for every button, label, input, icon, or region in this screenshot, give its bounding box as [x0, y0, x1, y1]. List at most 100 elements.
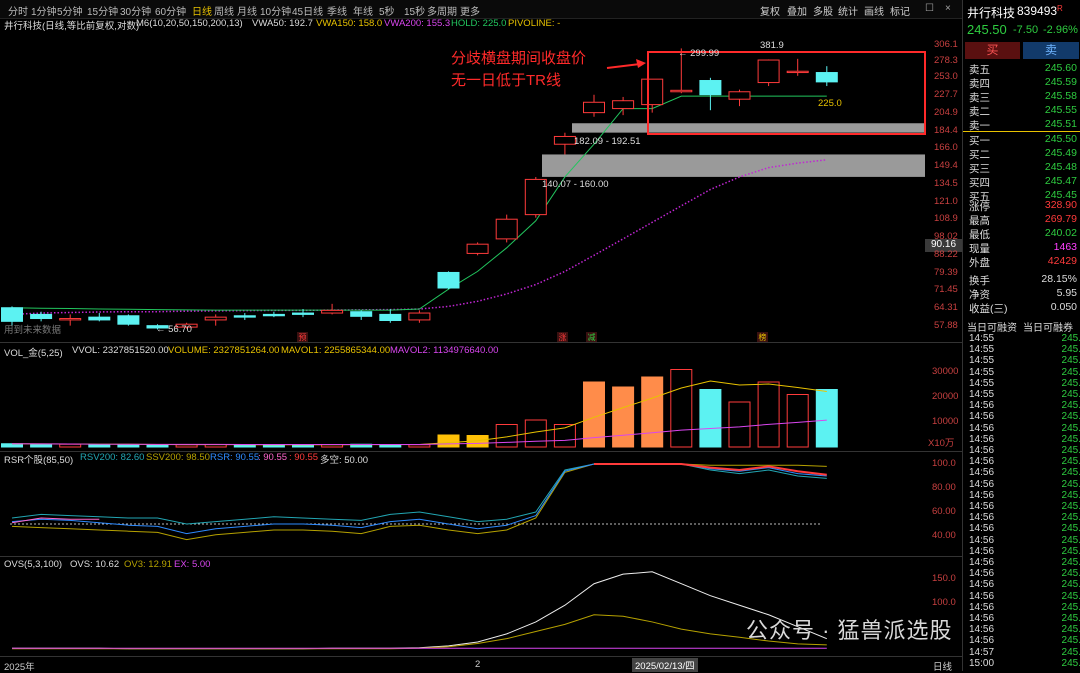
rsr-tick: 40.00: [932, 530, 956, 541]
candle: [699, 77, 722, 111]
bid-row[interactable]: 买二 245.49: [969, 147, 1077, 161]
timeframe-4[interactable]: 30分钟: [120, 3, 151, 18]
tick-price: 245.: [1061, 489, 1080, 501]
timeframe-0[interactable]: 分时: [8, 3, 28, 18]
bid-label: 买三: [969, 163, 990, 175]
tick-time: 14:56: [969, 601, 995, 613]
tick-price: 245.: [1061, 545, 1080, 557]
tick-price: 245.: [1061, 557, 1080, 568]
vwa50-value: VWA50: 192.7: [252, 18, 313, 29]
main-chart: 井行科技(日线,等比前复权,对数) M6(10,20,50,150,200,13…: [0, 18, 962, 343]
ask-row[interactable]: 卖三 245.58: [969, 90, 1077, 104]
tick-row: 14:56 245.: [969, 434, 1080, 445]
timeframe-14[interactable]: 15秒: [404, 3, 425, 18]
upper-zone-label: 182.09 - 192.51: [574, 136, 641, 147]
rsr-extra-1: : 90.55: [258, 452, 288, 463]
timeframe-1[interactable]: 1分钟: [31, 3, 57, 18]
price-change: -7.50: [1013, 24, 1039, 36]
candle: [786, 58, 809, 76]
tool-0[interactable]: 复权: [760, 3, 780, 18]
volume-value: VOLUME: 2327851264.00: [168, 345, 280, 356]
ask-price: 245.51: [1044, 118, 1077, 130]
rsr-axis: 100.0 80.00 60.00 40.00: [930, 452, 962, 556]
ask-row[interactable]: 卖一 245.51: [969, 118, 1077, 132]
timeframe-3[interactable]: 15分钟: [87, 3, 118, 18]
annotation-line-2: 无一日低于TR线: [451, 72, 561, 89]
stat-row: 最低 240.02: [969, 227, 1077, 241]
stock-code: 839493: [1017, 4, 1058, 18]
ask-row[interactable]: 卖五 245.60: [969, 62, 1077, 76]
tick-row: 14:56 245.: [969, 568, 1080, 580]
timeframe-13[interactable]: 5秒: [379, 3, 395, 18]
tick-time: 14:56: [969, 545, 995, 557]
price-tick: 227.7: [934, 88, 958, 100]
quote-panel: 井行科技 839493 R 245.50 -7.50 -2.96% 买 卖 卖五…: [962, 0, 1080, 671]
stat-value: 1463: [1053, 241, 1077, 253]
price-change-pct: -2.96%: [1043, 24, 1078, 36]
stat-row: 涨停 328.90: [969, 199, 1077, 213]
ask-row[interactable]: 卖二 245.55: [969, 104, 1077, 118]
tick-time: 14:56: [969, 445, 995, 456]
tick-time: 14:55: [969, 355, 995, 367]
restore-icon[interactable]: ☐: [925, 3, 934, 14]
tool-5[interactable]: 标记: [890, 3, 910, 18]
ovs-tick: 150.0: [932, 572, 956, 584]
tick-row: 14:56 245.: [969, 467, 1080, 479]
price-tick: 98.02: [934, 231, 958, 243]
mavol2-value: MAVOL2: 1134976640.00: [390, 345, 499, 356]
bid-row[interactable]: 买一 245.50: [969, 133, 1077, 147]
rsr-chart: [10, 463, 827, 541]
tick-time: 14:56: [969, 501, 995, 512]
tool-4[interactable]: 画线: [864, 3, 884, 18]
tick-list[interactable]: 14:55 245. 14:55 245. 14:55 245. 14:55 245. 14:5…: [963, 333, 1080, 671]
candle: [583, 94, 605, 117]
stat-value: 42429: [1047, 255, 1077, 267]
ov3-value: OV3: 12.91: [124, 559, 173, 570]
volume-bar: [30, 443, 53, 448]
tick-price: 245.: [1061, 422, 1080, 434]
tick-row: 14:56 245.: [969, 523, 1080, 534]
tick-time: 14:55: [969, 366, 995, 378]
stock-name: 井行科技: [967, 6, 1016, 20]
high-marker: 381.9: [760, 40, 784, 51]
timeframe-8[interactable]: 月线: [237, 3, 257, 18]
timeframe-16[interactable]: 更多: [460, 3, 480, 18]
tick-time: 14:56: [969, 613, 995, 624]
buy-button[interactable]: 买: [965, 42, 1020, 59]
rsr-line-0: [11, 463, 827, 525]
candle: [437, 271, 460, 290]
volume-bar: [757, 381, 780, 448]
rsr-panel: RSR个股(85,50) RSV200: 82.60 SSV200: 98.50…: [0, 451, 962, 556]
tool-1[interactable]: 叠加: [787, 3, 807, 18]
candle: [728, 89, 751, 107]
timeframe-6[interactable]: 日线: [192, 3, 212, 18]
timeframe-2[interactable]: 5分钟: [57, 3, 83, 18]
timeframe-9[interactable]: 10分钟: [260, 3, 291, 18]
price-tick: 88.22: [934, 248, 958, 260]
bid-row[interactable]: 买三 245.48: [969, 161, 1077, 175]
sell-button[interactable]: 卖: [1023, 42, 1079, 59]
timeframe-10[interactable]: 45日线: [292, 3, 323, 18]
annotation-box: [647, 51, 926, 135]
ask-row[interactable]: 卖四 245.59: [969, 76, 1077, 90]
rsr-title: RSR个股(85,50): [4, 455, 74, 466]
volume-axis: 30000 20000 10000: [930, 343, 962, 451]
timeframe-7[interactable]: 周线: [214, 3, 234, 18]
timeframe-11[interactable]: 季线: [327, 3, 347, 18]
timeframe-15[interactable]: 多周期: [427, 3, 457, 18]
tick-price: 245.: [1061, 467, 1080, 479]
tick-price: 245.: [1061, 568, 1080, 580]
tick-price: 245.: [1061, 456, 1080, 468]
tool-2[interactable]: 多股: [813, 3, 833, 18]
stat-row: 外盘 42429: [969, 255, 1077, 269]
price-zone-0: [572, 123, 925, 133]
candle: [88, 313, 111, 322]
volume-tick: 10000: [932, 416, 959, 427]
timeframe-12[interactable]: 年线: [353, 3, 373, 18]
tool-3[interactable]: 统计: [838, 3, 858, 18]
candle: [495, 214, 518, 243]
bid-row[interactable]: 买四 245.47: [969, 175, 1077, 189]
close-icon[interactable]: ×: [945, 3, 951, 14]
timeframe-5[interactable]: 60分钟: [155, 3, 186, 18]
volume-chart: [1, 369, 838, 448]
